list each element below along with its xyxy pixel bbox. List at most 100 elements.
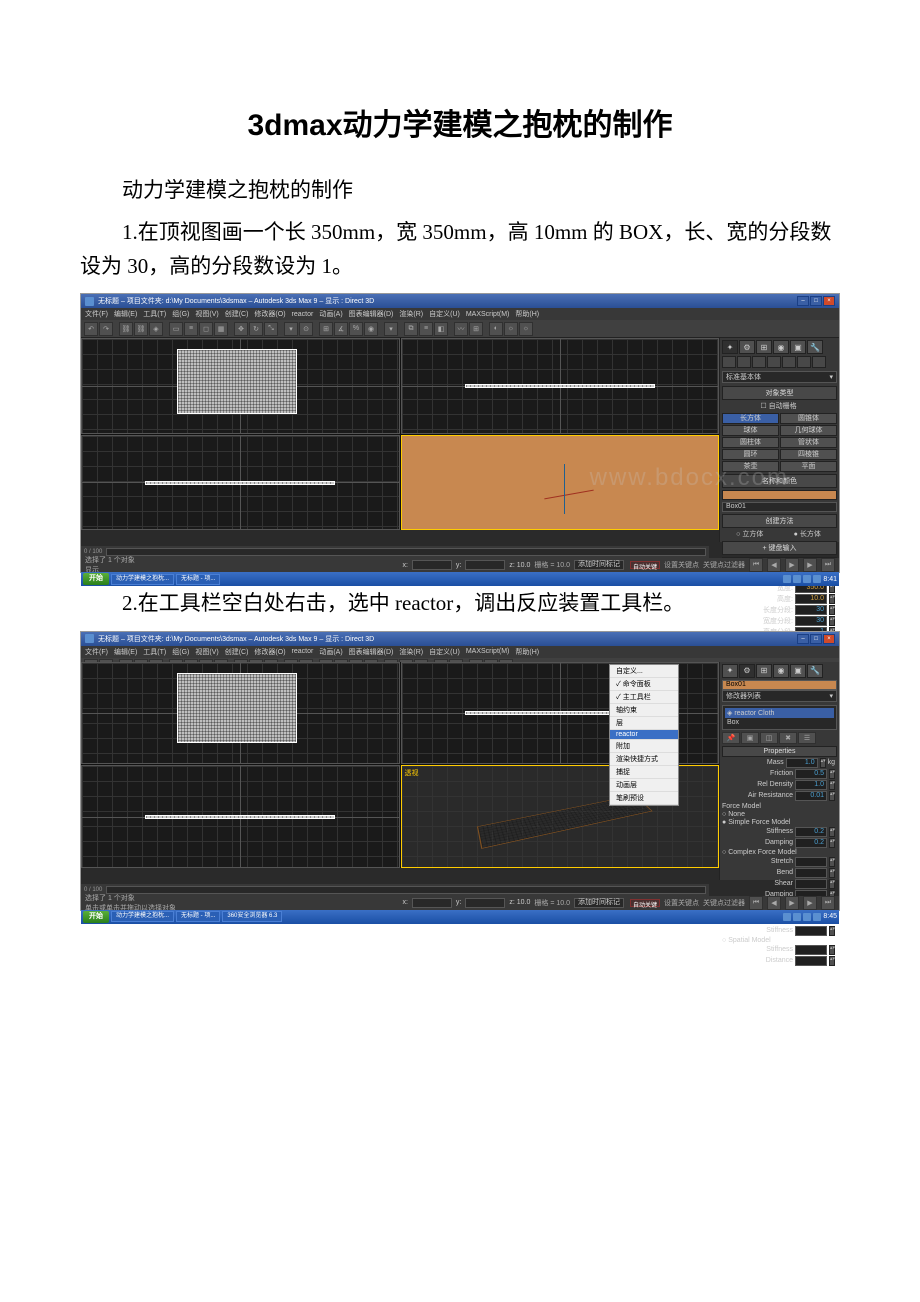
align-icon[interactable]: ≡	[419, 322, 433, 336]
gizmo-icon[interactable]	[544, 464, 604, 524]
select-name-icon[interactable]: ≡	[184, 322, 198, 336]
remove-mod-icon[interactable]: ✖	[779, 732, 797, 744]
lights-icon[interactable]	[752, 356, 766, 368]
menu-file[interactable]: 文件(F)	[85, 309, 108, 319]
maximize-button[interactable]: □	[810, 634, 822, 644]
mod-reactor-cloth[interactable]: ◈ reactor Cloth	[725, 708, 834, 718]
close-button[interactable]: ×	[823, 634, 835, 644]
menu-modifier[interactable]: 修改器(O)	[254, 647, 285, 657]
menu-layers[interactable]: 层	[610, 717, 678, 730]
spinner-arrows-icon[interactable]: ▴▾	[820, 758, 826, 768]
auto-key-button[interactable]: 自动关键点	[630, 899, 660, 907]
menu-anim[interactable]: 动画(A)	[319, 647, 342, 657]
menu-edit[interactable]: 编辑(E)	[114, 647, 137, 657]
window-crossing-icon[interactable]: ▦	[214, 322, 228, 336]
x-coord[interactable]: x:	[402, 899, 407, 906]
create-tab-icon[interactable]: ✦	[722, 664, 738, 678]
motion-tab-icon[interactable]: ◉	[773, 664, 789, 678]
start-button[interactable]: 开始	[83, 911, 109, 923]
box-left-view[interactable]	[145, 481, 335, 485]
stiff-spinner[interactable]: 0.2	[795, 827, 827, 837]
viewport-left[interactable]	[81, 435, 400, 531]
menu-custom[interactable]: 自定义(U)	[429, 647, 460, 657]
spinner-arrows-icon[interactable]: ▴▾	[829, 857, 835, 867]
y-coord[interactable]: y:	[456, 899, 461, 906]
spinner-arrows-icon[interactable]: ▴▾	[829, 827, 835, 837]
angle-snap-icon[interactable]: ∡	[334, 322, 348, 336]
sphere-button[interactable]: 球体	[722, 425, 779, 436]
play-next-icon[interactable]: ▶	[803, 558, 817, 572]
menu-reactor[interactable]: reactor	[292, 648, 314, 655]
sstiff-spinner[interactable]	[795, 945, 827, 955]
command-panel[interactable]: ✦ ⚙ ⊞ ◉ ▣ 🔧 标准基本体▾ 对象类型 ☐自动栅格 长方体 圆锥体 球体…	[719, 338, 839, 542]
spinner-arrows-icon[interactable]: ▴▾	[829, 868, 835, 878]
radio-spatial[interactable]: ○	[722, 937, 726, 944]
cone-button[interactable]: 圆锥体	[780, 413, 837, 424]
tray-icon[interactable]	[783, 575, 791, 583]
schematic-icon[interactable]: ⊞	[469, 322, 483, 336]
close-button[interactable]: ×	[823, 296, 835, 306]
menu-animlayers[interactable]: 动画层	[610, 779, 678, 792]
mod-box[interactable]: Box	[725, 718, 834, 727]
task-item[interactable]: 无标题 - 项...	[176, 574, 220, 585]
key-filter-button[interactable]: 关键点过滤器	[703, 560, 745, 570]
menu-edit[interactable]: 编辑(E)	[114, 309, 137, 319]
menu-axis[interactable]: 轴约束	[610, 704, 678, 717]
menu-help[interactable]: 帮助(H)	[515, 647, 539, 657]
menu-reactor[interactable]: reactor	[610, 730, 678, 740]
spinner-arrows-icon[interactable]: ▴▾	[829, 594, 835, 604]
primitive-dropdown[interactable]: 标准基本体▾	[722, 371, 837, 383]
play-start-icon[interactable]: ⏮	[749, 896, 763, 910]
object-name-field[interactable]: Box01	[722, 502, 837, 512]
box-button[interactable]: 长方体	[722, 413, 779, 424]
object-name-field[interactable]: Box01	[722, 680, 837, 690]
play-end-icon[interactable]: ⏭	[821, 896, 835, 910]
key-filter-button[interactable]: 关键点过滤器	[703, 898, 745, 908]
radio-cube[interactable]: ○ 立方体	[736, 529, 763, 539]
refcoord-icon[interactable]: ▾	[284, 322, 298, 336]
system-tray[interactable]: 8:45	[783, 913, 837, 921]
show-end-icon[interactable]: ▣	[741, 732, 759, 744]
teapot-button[interactable]: 茶壶	[722, 461, 779, 472]
menu-render[interactable]: 渲染(R)	[399, 309, 423, 319]
menu-create[interactable]: 创建(C)	[225, 309, 249, 319]
menu-help[interactable]: 帮助(H)	[515, 309, 539, 319]
minimize-button[interactable]: –	[797, 634, 809, 644]
box-front-view[interactable]	[465, 384, 655, 388]
unique-icon[interactable]: ◫	[760, 732, 778, 744]
box-top-view[interactable]	[177, 349, 297, 414]
named-sel-icon[interactable]: ▾	[384, 322, 398, 336]
menu-view[interactable]: 视图(V)	[195, 309, 218, 319]
hierarchy-tab-icon[interactable]: ⊞	[756, 664, 772, 678]
task-item[interactable]: 360安全浏览器 6.3	[222, 911, 282, 922]
select-icon[interactable]: ▭	[169, 322, 183, 336]
menu-snaps[interactable]: 捕捉	[610, 766, 678, 779]
play-next-icon[interactable]: ▶	[803, 896, 817, 910]
pivot-icon[interactable]: ⊙	[299, 322, 313, 336]
clock[interactable]: 8:45	[823, 913, 837, 920]
task-item[interactable]: 无标题 - 项...	[176, 911, 220, 922]
undo-icon[interactable]: ↶	[84, 322, 98, 336]
menu-render-shortcuts[interactable]: 渲染快捷方式	[610, 753, 678, 766]
menu-tools[interactable]: 工具(T)	[143, 309, 166, 319]
x-coord[interactable]: x:	[402, 562, 407, 569]
bind-icon[interactable]: ◈	[149, 322, 163, 336]
tray-icon[interactable]	[793, 575, 801, 583]
spinner-arrows-icon[interactable]: ▴▾	[829, 616, 835, 626]
start-button[interactable]: 开始	[83, 573, 109, 585]
radio-box[interactable]: ● 长方体	[794, 529, 821, 539]
menubar[interactable]: 文件(F) 编辑(E) 工具(T) 组(G) 视图(V) 创建(C) 修改器(O…	[81, 646, 839, 658]
layer-icon[interactable]: ◧	[434, 322, 448, 336]
menu-view[interactable]: 视图(V)	[195, 647, 218, 657]
pin-stack-icon[interactable]: 📌	[722, 732, 740, 744]
menu-graph[interactable]: 图表编辑器(D)	[349, 309, 394, 319]
modify-tab-icon[interactable]: ⚙	[739, 340, 755, 354]
minimize-button[interactable]: –	[797, 296, 809, 306]
menu-anim[interactable]: 动画(A)	[319, 309, 342, 319]
rollout-properties[interactable]: Properties	[722, 746, 837, 757]
windows-taskbar[interactable]: 开始 动力学建模之抱枕... 无标题 - 项... 8:41	[81, 572, 839, 586]
add-time-tag[interactable]: 添加时间标记	[574, 560, 624, 570]
menu-extras[interactable]: 附加	[610, 740, 678, 753]
tray-icon[interactable]	[783, 913, 791, 921]
menu-cmdpanel[interactable]: 命令面板	[610, 678, 678, 691]
